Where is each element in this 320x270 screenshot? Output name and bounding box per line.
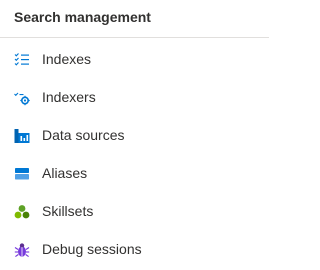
nav-item-debug-sessions[interactable]: Debug sessions (0, 231, 269, 269)
bug-icon (14, 242, 30, 258)
nav-list: Indexes Indexers Data sources Aliases Sk… (0, 41, 269, 269)
section-title: Search management (14, 9, 151, 25)
nav-item-label: Aliases (42, 165, 88, 181)
nav-item-indexers[interactable]: Indexers (0, 79, 269, 117)
aliases-icon (14, 166, 30, 182)
nav-item-aliases[interactable]: Aliases (0, 155, 269, 193)
section-divider (0, 37, 269, 38)
skillsets-icon (14, 204, 30, 220)
nav-item-data-sources[interactable]: Data sources (0, 117, 269, 155)
nav-item-skillsets[interactable]: Skillsets (0, 193, 269, 231)
search-management-panel: Search management Indexes Indexers Data … (0, 0, 269, 270)
nav-item-label: Data sources (42, 127, 125, 143)
nav-item-label: Skillsets (42, 203, 94, 219)
nav-item-label: Indexes (42, 51, 92, 67)
nav-item-label: Debug sessions (42, 241, 142, 257)
checklist-icon (14, 52, 30, 68)
nav-item-label: Indexers (42, 89, 96, 105)
nav-item-indexes[interactable]: Indexes (0, 41, 269, 79)
data-sources-icon (14, 128, 30, 144)
indexer-gear-icon (14, 90, 30, 106)
